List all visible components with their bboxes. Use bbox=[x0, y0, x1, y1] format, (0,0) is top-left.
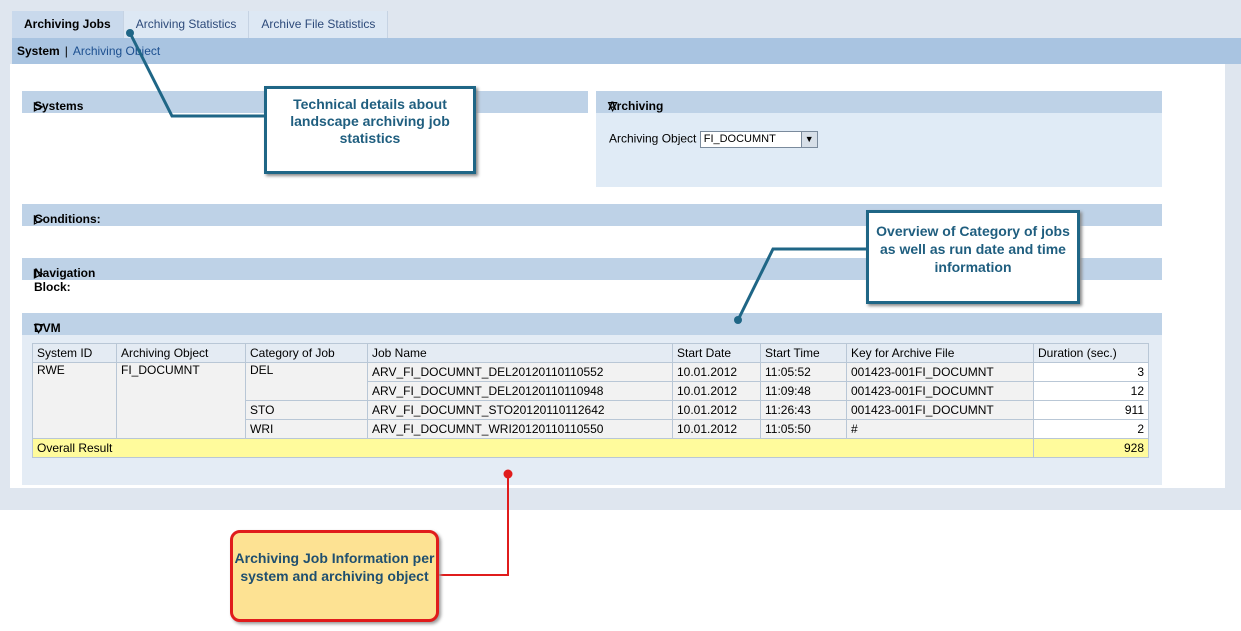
connector-overview bbox=[736, 247, 866, 321]
callout-connectors bbox=[126, 29, 866, 576]
connector-dot-archiving bbox=[503, 469, 513, 479]
callout-technical-text: Technical details about landscape archiv… bbox=[290, 96, 450, 146]
callout-archiving-job-info: Archiving Job Information per system and… bbox=[230, 530, 439, 622]
connector-dot-overview bbox=[734, 316, 742, 324]
callout-archiving-text: Archiving Job Information per system and… bbox=[234, 550, 435, 584]
connector-dot-technical bbox=[126, 29, 134, 37]
connector-technical bbox=[128, 32, 264, 118]
callout-overview-text: Overview of Category of jobs as well as … bbox=[876, 223, 1070, 275]
callout-technical-details: Technical details about landscape archiv… bbox=[264, 86, 476, 174]
connector-archiving bbox=[437, 474, 509, 576]
callout-overview: Overview of Category of jobs as well as … bbox=[866, 210, 1080, 304]
